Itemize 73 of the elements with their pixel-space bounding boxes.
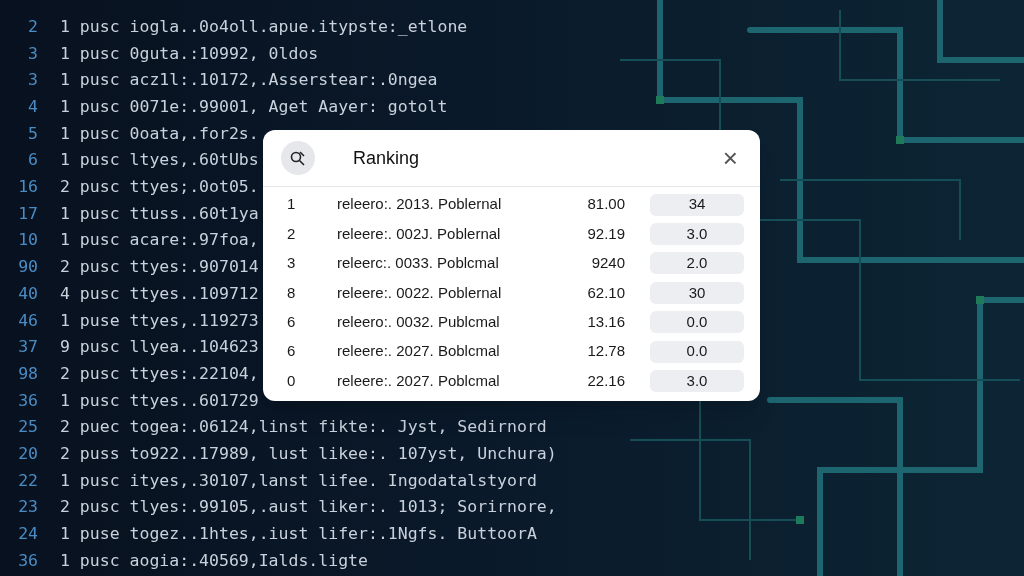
value-cell: 3.0 [650, 370, 744, 393]
line-number: 4 [27, 96, 38, 119]
name-cell-text: releerc:. 0033. Poblcmal [337, 253, 500, 274]
code-text: 1 puse ttyes,.119273 [60, 309, 259, 332]
code-text: 1 pusc acare:.97foa, [60, 229, 259, 252]
name-cell-text: releere:. 2027. Boblcmal [337, 341, 501, 362]
code-text: 2 pusc ttyes;.0ot05. [60, 176, 259, 199]
line-number: 3 [27, 42, 38, 65]
line-number: 2 [27, 15, 38, 38]
name-cell-text: releero:. 2013. Poblernal [337, 194, 503, 215]
line-number: 24 [17, 523, 38, 546]
line-number: 22 [17, 469, 38, 492]
line-number: 37 [17, 336, 38, 359]
line-number: 36 [17, 549, 38, 572]
value-cell: 34 [650, 193, 744, 216]
code-text: 1 pusc ttuss..60t1ya [60, 202, 259, 225]
code-text: 1 pusc ttyes..601729 [60, 389, 259, 412]
code-text: 1 puse togez..1htes,.iust lifer:.1Ngfs. ButtoorA [60, 523, 537, 546]
rank-cell-text: 2 [287, 223, 297, 244]
line-number: 90 [17, 256, 38, 279]
dialog-title: Ranking [353, 146, 420, 170]
code-text: 1 pusc 0guta.:10992, 0ldos [60, 42, 319, 65]
code-text: 4 pusc ttyes..109712 [60, 282, 259, 305]
name-cell-text: releere:. 2027. Poblcmal [337, 370, 501, 391]
value-cell: 0.0 [650, 311, 744, 334]
score-cell-text: 13.16 [586, 312, 625, 332]
rank-cell-text: 3 [287, 253, 297, 274]
code-text: 2 pusc ttyes:.22104, [60, 362, 259, 385]
line-number: 10 [17, 229, 38, 252]
name-cell-text: releere:. 0022. Poblernal [337, 282, 503, 303]
line-number: 46 [17, 309, 38, 332]
code-text: 9 pusc llyea..104623 [60, 336, 259, 359]
code-text: 1 pusc aogia:.40569,Ialds.ligte [60, 549, 368, 572]
score-cell-text: 62.10 [586, 282, 625, 303]
value-cell: 3.0 [650, 223, 744, 246]
score-cell-text: 22.16 [586, 370, 625, 391]
rank-cell-text: 1 [287, 194, 297, 215]
code-text: 2 pusc ttyes:.907014 [60, 256, 259, 279]
line-number: 17 [17, 202, 38, 225]
line-number: 20 [17, 442, 38, 465]
line-number: 98 [17, 362, 38, 385]
name-cell-text: releero:. 0032. Publcmal [337, 312, 501, 332]
code-text: 1 pusc acz1l:.10172,.Asserstear:.0ngea [60, 69, 438, 92]
line-number: 25 [17, 416, 38, 439]
line-number: 36 [17, 389, 38, 412]
value-cell: 0.0 [650, 340, 744, 363]
name-cell-text: releere:. 002J. Poblernal [337, 223, 502, 244]
code-text: 2 puec togea:.06124,linst fikte:. Jyst, Sedirnord [60, 416, 547, 439]
rank-cell-text: 0 [287, 370, 297, 391]
value-cell: 2.0 [650, 252, 744, 275]
score-cell-text: 92.19 [586, 223, 625, 244]
score-cell-text: 81.00 [586, 194, 625, 215]
code-text: 1 pusc ityes,.30107,lanst lifee. Ingodatalstyord [60, 469, 537, 492]
rank-cell-text: 6 [287, 341, 297, 362]
line-number: 6 [27, 149, 38, 172]
rank-cell-text: 8 [287, 282, 297, 303]
code-text: 2 puss to922..17989, lust likee:. 107yst, Unchura) [60, 442, 557, 465]
line-number: 16 [17, 176, 38, 199]
line-number: 40 [17, 282, 38, 305]
line-number: 23 [17, 496, 38, 519]
code-text: 2 pusc tlyes:.99105,.aust liker:. 1013; Sorirnore, [60, 496, 557, 519]
code-text: 1 pusc ltyes,.60tUbs [60, 149, 259, 172]
rank-cell-text: 6 [287, 312, 297, 332]
magnifier-icon [281, 141, 315, 175]
score-cell-text: 12.78 [586, 341, 625, 362]
code-text: 1 pusc 0oata,.for2s. [60, 122, 259, 145]
value-cell: 30 [650, 281, 744, 304]
code-text: 1 pusc 0071e:.99001, Aget Aayer: gotolt [60, 96, 448, 119]
score-cell-text: 9240 [590, 253, 625, 274]
code-text: 1 pusc iogla..0o4oll.apue.itypste:_etlone [60, 15, 468, 38]
line-number: 5 [27, 122, 38, 145]
close-button[interactable]: × [718, 145, 742, 171]
line-number: 3 [27, 69, 38, 92]
